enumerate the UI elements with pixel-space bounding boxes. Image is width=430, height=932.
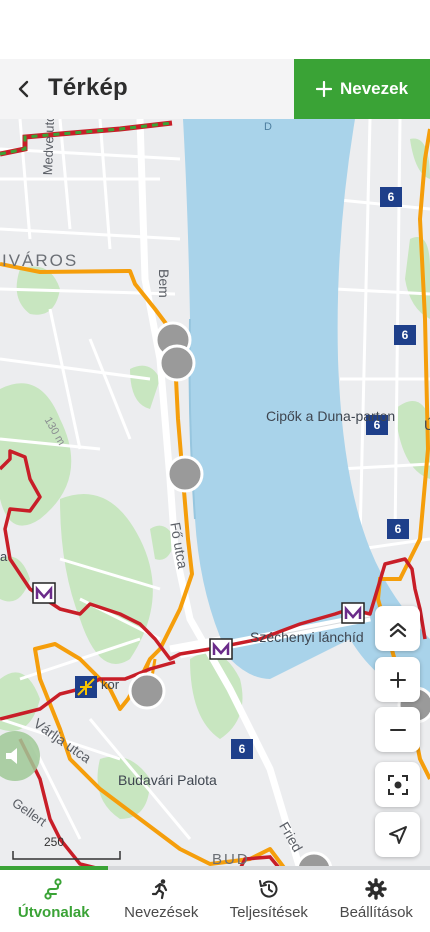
- map-label-shoes-partial: Ú: [424, 417, 430, 433]
- plus-icon: [389, 671, 406, 688]
- nav-completions[interactable]: Teljesítések: [215, 870, 323, 932]
- map-label-bem: Bem: [156, 269, 172, 298]
- map-label-danube: D: [264, 121, 272, 133]
- checkpoint-marker: [128, 672, 166, 710]
- app-screen: Térkép Nevezek 6 6 6 6 6 IVÁROS Medve ut…: [0, 0, 430, 932]
- nav-registrations-label: Nevezések: [124, 904, 199, 921]
- route-badge: 6: [380, 187, 402, 207]
- zoom-out-button[interactable]: [375, 707, 420, 752]
- speaker-icon: [6, 748, 17, 764]
- map-canvas: [0, 119, 430, 869]
- map-label-palace: Budavári Palota: [118, 772, 217, 788]
- nav-registrations[interactable]: Nevezések: [108, 870, 216, 932]
- map-view[interactable]: 6 6 6 6 6 IVÁROS Medve utca Bem Fő utca …: [0, 119, 430, 869]
- scale-label: 250: [44, 835, 65, 849]
- chevrons-up-icon: [389, 622, 406, 637]
- locate-button[interactable]: [375, 762, 420, 807]
- map-label-kor: kor: [101, 677, 120, 692]
- minus-icon: [389, 728, 406, 731]
- checkpoint-marker: [158, 344, 196, 382]
- navigation-arrow-icon: [388, 825, 407, 844]
- zoom-in-button[interactable]: [375, 657, 420, 702]
- route-badge: 6: [387, 519, 409, 539]
- plus-icon: [315, 81, 332, 97]
- map-label-district: IVÁROS: [2, 251, 79, 270]
- runner-icon: [152, 879, 168, 900]
- nav-settings[interactable]: Beállítások: [323, 870, 430, 932]
- back-button[interactable]: [6, 71, 42, 107]
- route-badge: 6: [231, 739, 253, 759]
- gear-icon: [365, 878, 387, 900]
- collapse-button[interactable]: [375, 606, 420, 651]
- pilgrim-icon: [75, 676, 97, 698]
- register-button[interactable]: Nevezek: [294, 59, 430, 119]
- register-button-label: Nevezek: [339, 79, 409, 98]
- checkpoint-marker: [166, 455, 204, 493]
- route-badge: 6: [394, 325, 416, 345]
- map-label-bridge: Széchenyi lánchíd: [250, 629, 364, 645]
- map-label-shoes: Cipők a Duna-parton: [266, 408, 396, 424]
- history-icon: [258, 880, 278, 898]
- bottom-navigation: Útvonalak Nevezések Teljesítések Beállít…: [0, 870, 430, 932]
- nav-completions-label: Teljesítések: [229, 904, 308, 921]
- route-icon: [44, 878, 62, 900]
- navigate-button[interactable]: [375, 812, 420, 857]
- page-title: Térkép: [48, 74, 128, 101]
- chevron-left-icon: [18, 80, 29, 98]
- nav-routes-label: Útvonalak: [17, 904, 90, 921]
- map-label-medve: Medve utca: [40, 119, 58, 176]
- map-label-a: a: [0, 549, 8, 564]
- focus-icon: [387, 774, 408, 795]
- top-bar: Térkép Nevezek: [0, 59, 430, 119]
- nav-routes[interactable]: Útvonalak: [0, 870, 108, 932]
- nav-settings-label: Beállítások: [339, 904, 413, 921]
